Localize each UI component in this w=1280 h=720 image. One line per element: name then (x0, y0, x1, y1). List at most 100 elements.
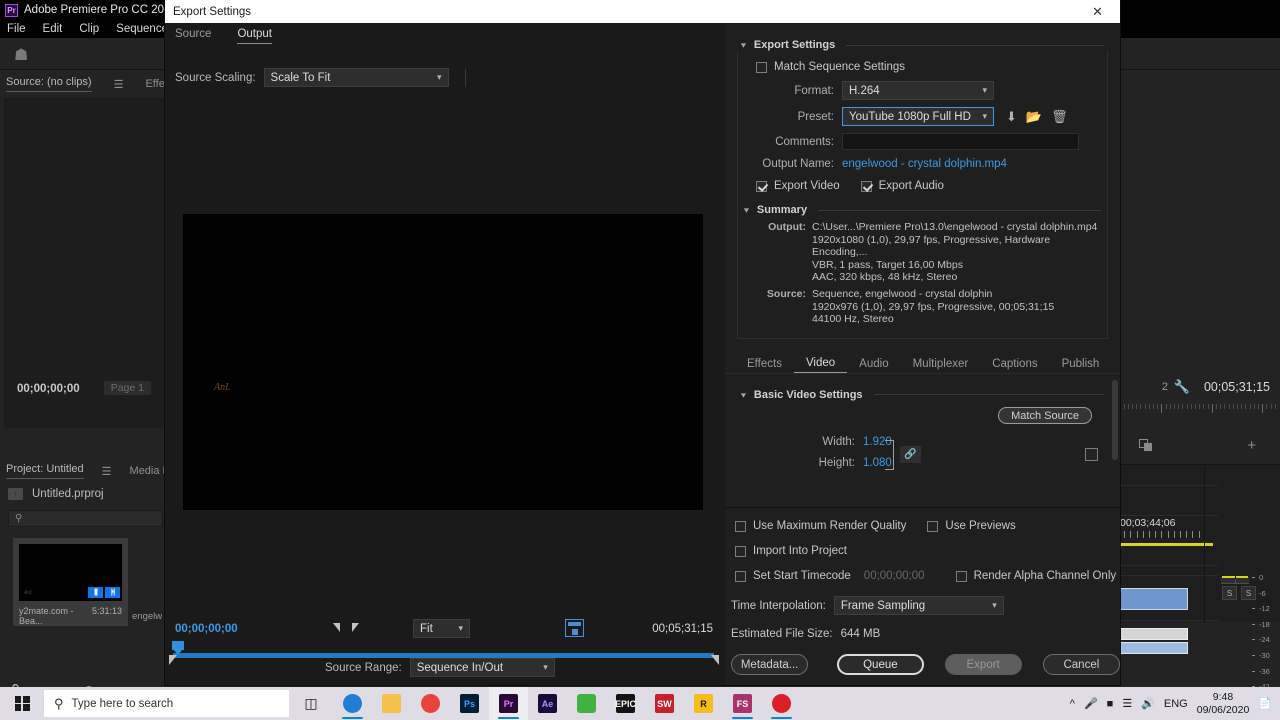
source-scaling-select[interactable]: Scale To Fit ▾ (263, 68, 449, 87)
chevron-down-icon[interactable]: ▼ (739, 41, 748, 49)
match-sequence-checkbox[interactable] (756, 61, 767, 73)
basic-video-right-checkbox[interactable] (1085, 447, 1098, 461)
audio-clip-2[interactable] (1116, 642, 1188, 654)
mark-out-icon[interactable] (352, 623, 359, 632)
delete-preset-icon[interactable]: 🗑 (1051, 109, 1068, 125)
action-center-icon[interactable]: 📄 (1258, 697, 1272, 710)
in-point-handle[interactable] (169, 655, 177, 665)
tab-source[interactable]: Source: (no clips) (6, 76, 92, 92)
max-render-quality-checkbox[interactable] (735, 520, 746, 532)
tab-video[interactable]: Video (793, 357, 848, 373)
preview-tabs[interactable]: Source Output (175, 28, 272, 44)
queue-button[interactable]: Queue (837, 654, 924, 675)
notepad-plus-icon[interactable] (567, 687, 606, 720)
menu-edit[interactable]: Edit (43, 23, 63, 35)
audio-clip-1[interactable] (1116, 628, 1188, 640)
import-into-project-checkbox[interactable] (735, 545, 746, 557)
project-panel-tabs[interactable]: Project: Untitled ☰ Media Brow (6, 463, 188, 479)
parent-folder-icon[interactable] (8, 488, 23, 500)
menu-file[interactable]: File (7, 23, 26, 35)
preview-current-timecode[interactable]: 00;00;00;00 (175, 623, 238, 635)
comments-input[interactable] (842, 133, 1079, 150)
timeline-tracks[interactable]: 00;03;44;06 0-6-12-18-24-30-36-42-48-54d… (1110, 464, 1280, 720)
chevron-down-icon[interactable]: ▼ (739, 391, 748, 399)
export-frame-icon[interactable] (565, 619, 584, 637)
timeline-ruler[interactable] (1111, 404, 1276, 414)
export-button[interactable]: Export (944, 654, 1022, 675)
save-preset-icon[interactable]: ⬇ (1006, 109, 1017, 125)
export-video-checkbox[interactable] (756, 180, 767, 192)
close-icon[interactable]: ✕ (1075, 0, 1120, 23)
export-audio-checkbox[interactable] (860, 180, 872, 192)
show-hidden-icons-chevron[interactable]: ^ (1070, 698, 1075, 710)
mark-in-icon[interactable] (333, 623, 340, 632)
settings-tabs[interactable]: Effects Video Audio Multiplexer Captions… (725, 352, 1120, 374)
format-select[interactable]: H.264 ▾ (842, 81, 994, 100)
project-item-card[interactable]: AnL ||| |•| y2mate.com - Bea... 5:31:13 (13, 538, 128, 626)
tab-effects[interactable]: Effects (735, 358, 794, 373)
edge-icon[interactable] (333, 687, 372, 720)
wifi-icon[interactable]: ☰ (1122, 697, 1132, 710)
tab-project[interactable]: Project: Untitled (6, 463, 84, 479)
tab-audio[interactable]: Audio (847, 358, 900, 373)
tab-multiplexer[interactable]: Multiplexer (901, 358, 981, 373)
file-explorer-icon[interactable] (372, 687, 411, 720)
menu-sequence[interactable]: Sequence (116, 23, 168, 35)
timeline-zoom-value[interactable]: 2 (1162, 381, 1168, 393)
language-indicator[interactable]: ENG (1164, 698, 1188, 710)
page-indicator[interactable]: Page 1 (103, 381, 151, 395)
preset-select[interactable]: YouTube 1080p Full HD ▾ (842, 107, 994, 126)
battery-icon[interactable]: ■ (1107, 698, 1114, 710)
solidworks-icon[interactable]: SW (645, 687, 684, 720)
menu-clip[interactable]: Clip (79, 23, 99, 35)
taskbar-app-icons[interactable]: Ps Pr Ae EPIC SW R FS (333, 687, 801, 720)
set-start-timecode-checkbox[interactable] (735, 570, 746, 582)
preview-zoom-select[interactable]: Fit ▾ (413, 619, 470, 638)
preview-scrubber[interactable] (170, 641, 717, 658)
settings-scrollbar[interactable] (1112, 379, 1118, 460)
volume-icon[interactable]: 🔊 (1141, 697, 1155, 710)
windows-start-icon[interactable] (0, 687, 44, 720)
project-panel-menu-icon[interactable]: ☰ (102, 465, 112, 478)
cancel-button[interactable]: Cancel (1042, 654, 1120, 675)
tab-publish[interactable]: Publish (1050, 358, 1112, 373)
creative-cloud-icon[interactable] (762, 687, 801, 720)
photoshop-icon[interactable]: Ps (450, 687, 489, 720)
fs-app-icon[interactable]: FS (723, 687, 762, 720)
after-effects-icon[interactable]: Ae (528, 687, 567, 720)
add-button-icon[interactable]: + (1247, 437, 1256, 454)
tab-source[interactable]: Source (175, 28, 211, 44)
link-icon[interactable]: 🔗 (900, 445, 921, 463)
solo-track-2[interactable]: S (1241, 586, 1256, 600)
panel-menu-icon[interactable]: ☰ (114, 78, 124, 91)
output-name-link[interactable]: engelwood - crystal dolphin.mp4 (842, 158, 1007, 170)
clock[interactable]: 9:48 09/06/2020 (1197, 691, 1250, 717)
solo-buttons[interactable]: S S (1222, 586, 1256, 600)
import-preset-icon[interactable]: 📂 (1026, 109, 1042, 125)
video-preview[interactable]: AnL (183, 214, 703, 510)
system-tray[interactable]: ^ 🎤 ■ ☰ 🔊 ENG 9:48 09/06/2020 📄 (1070, 691, 1280, 717)
project-search-input[interactable]: ⚲ (8, 510, 163, 527)
microphone-icon[interactable]: 🎤 (1084, 697, 1098, 710)
search-input[interactable]: ⚲ Type here to search (44, 690, 289, 717)
in-out-markers[interactable] (333, 623, 359, 632)
tab-output[interactable]: Output (237, 28, 272, 44)
chrome-icon[interactable] (411, 687, 450, 720)
wrench-settings-icon[interactable]: 🔧 (1174, 379, 1190, 395)
video-clip[interactable] (1116, 588, 1188, 610)
premiere-pro-icon[interactable]: Pr (489, 687, 528, 720)
chevron-down-icon[interactable]: ▼ (742, 206, 751, 214)
start-timecode-value[interactable]: 00;00;00;00 (864, 570, 925, 582)
time-interpolation-select[interactable]: Frame Sampling ▾ (833, 596, 1004, 615)
render-alpha-only-checkbox[interactable] (955, 570, 967, 582)
metadata-button[interactable]: Metadata... (731, 654, 809, 675)
solo-track-1[interactable]: S (1222, 586, 1237, 600)
task-view-icon[interactable]: ◫ (289, 687, 333, 720)
use-previews-checkbox[interactable] (927, 520, 939, 532)
timeline-header-icons[interactable]: + (1111, 431, 1276, 461)
epic-games-icon[interactable]: EPIC (606, 687, 645, 720)
playhead-handle[interactable] (172, 641, 184, 656)
rockstar-games-icon[interactable]: R (684, 687, 723, 720)
source-range-select[interactable]: Sequence In/Out ▾ (409, 658, 555, 677)
nest-icon[interactable] (1139, 439, 1152, 451)
